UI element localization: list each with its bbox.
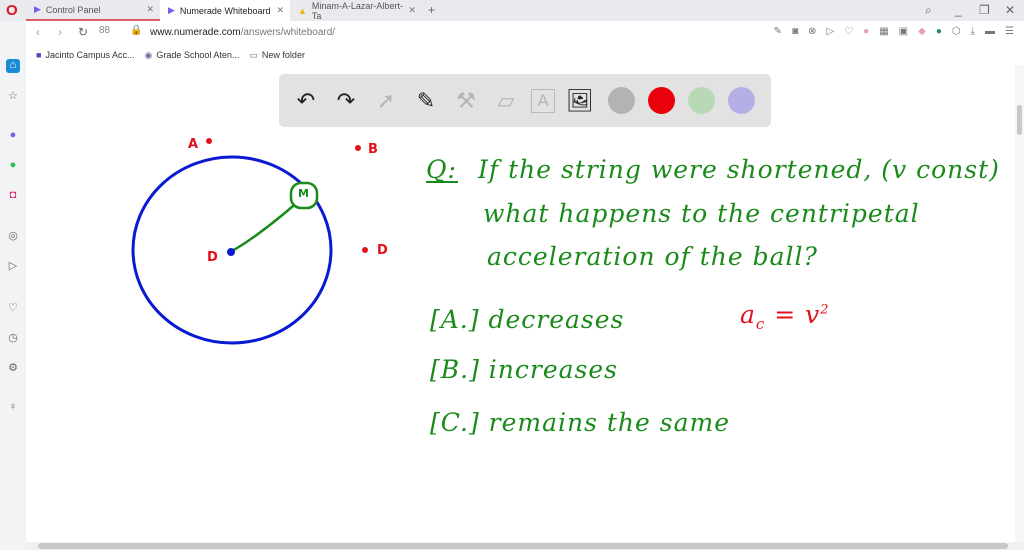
formula-rhs: = v bbox=[774, 300, 821, 329]
formula-sub: c bbox=[755, 315, 766, 333]
point-label-center: D bbox=[207, 250, 218, 265]
option-a: [A.] decreases bbox=[430, 305, 625, 334]
point-label-d: D bbox=[377, 243, 388, 258]
horizontal-scrollbar[interactable] bbox=[26, 542, 1024, 550]
vertical-scrollbar[interactable] bbox=[1015, 65, 1024, 542]
question-line-1: If the string were shortened, (v const) bbox=[478, 155, 1000, 184]
center-dot bbox=[227, 248, 235, 256]
point-label-a: A bbox=[188, 137, 199, 152]
option-b: [B.] increases bbox=[430, 355, 618, 384]
drawing-layer bbox=[131, 138, 458, 345]
question-marker: Q: bbox=[426, 155, 457, 184]
formula-sup: 2 bbox=[820, 302, 830, 318]
formula: ac = v2 bbox=[740, 300, 830, 333]
point-label-b: B bbox=[368, 142, 378, 157]
question-line-2: what happens to the centripetal bbox=[483, 199, 920, 228]
string-line bbox=[231, 199, 301, 253]
option-c: [C.] remains the same bbox=[430, 408, 730, 437]
mass-label: M bbox=[298, 187, 309, 200]
question-line-3: acceleration of the ball? bbox=[487, 242, 818, 271]
formula-lhs: a bbox=[740, 300, 756, 329]
